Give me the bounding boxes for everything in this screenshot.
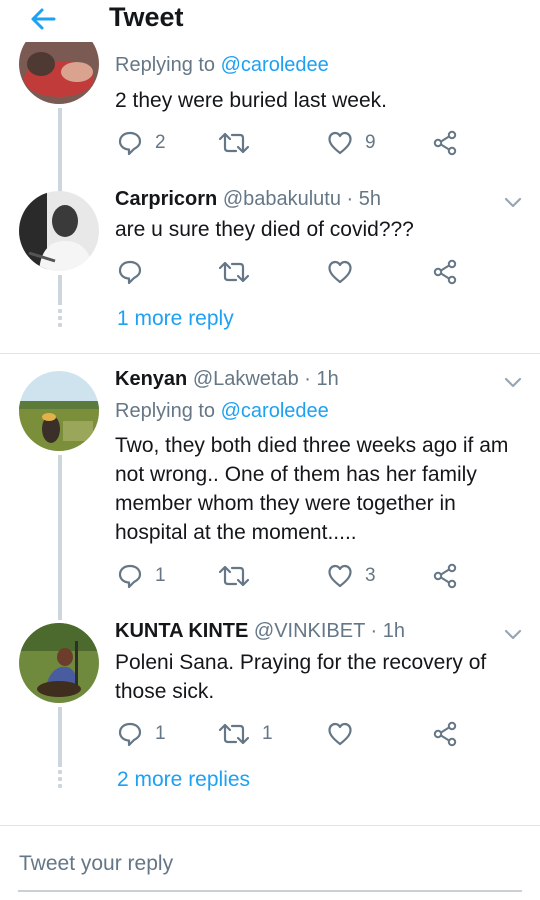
reply-input-underline [18, 890, 522, 892]
tweet-header: Kenyan @Lakwetab · 1h [115, 368, 339, 391]
profile-photo-icon [19, 623, 99, 703]
replying-label: Replying to [115, 54, 216, 76]
retweet-button[interactable] [218, 561, 262, 591]
retweet-button[interactable] [218, 128, 262, 158]
timestamp: · 1h [370, 620, 405, 642]
reply-icon [118, 722, 142, 747]
thread-line [58, 275, 62, 305]
reply-count: 2 [155, 132, 166, 153]
heart-icon [328, 131, 352, 155]
heart-icon [328, 722, 352, 746]
reply-count: 1 [155, 565, 166, 586]
replying-label: Replying to [115, 400, 216, 422]
retweet-button[interactable] [218, 257, 262, 287]
tweet-header: KUNTA KINTE @VINKIBET · 1h [115, 620, 405, 643]
page-title: Tweet [109, 2, 184, 32]
share-button[interactable] [432, 128, 458, 158]
avatar[interactable] [19, 191, 99, 271]
thread-line [58, 108, 62, 194]
reply-button[interactable]: 2 [117, 128, 166, 158]
share-button[interactable] [432, 719, 458, 749]
avatar[interactable] [19, 371, 99, 451]
reply-icon [118, 564, 142, 589]
share-button[interactable] [432, 561, 458, 591]
timestamp: · 5h [346, 188, 382, 210]
avatar[interactable] [19, 623, 99, 703]
retweet-icon [218, 261, 250, 283]
share-button[interactable] [432, 257, 458, 287]
profile-photo-icon [19, 191, 99, 271]
tweet-text: are u sure they died of covid??? [115, 218, 414, 241]
replying-handle-link[interactable]: @caroledee [221, 400, 329, 422]
replying-to: Replying to @caroledee [115, 54, 329, 77]
retweet-icon [218, 723, 250, 745]
display-name[interactable]: Kenyan [115, 368, 187, 390]
share-icon [433, 259, 457, 285]
retweet-icon [218, 565, 250, 587]
thread-dots [57, 309, 63, 330]
like-button[interactable] [327, 719, 365, 749]
retweet-count: 1 [262, 723, 273, 744]
reply-icon [118, 131, 142, 156]
reply-button[interactable]: 1 [117, 719, 166, 749]
display-name[interactable]: KUNTA KINTE [115, 620, 248, 642]
heart-icon [328, 564, 352, 588]
replying-to: Replying to @caroledee [115, 400, 329, 423]
user-handle[interactable]: @VINKIBET [254, 620, 365, 642]
share-icon [433, 563, 457, 589]
user-handle[interactable]: @babakulutu [223, 188, 341, 210]
more-replies-link[interactable]: 1 more reply [117, 307, 234, 331]
chevron-down-icon[interactable] [503, 196, 523, 210]
reply-input[interactable]: Tweet your reply [19, 852, 173, 876]
like-count: 9 [365, 132, 376, 153]
reply-button[interactable] [117, 257, 155, 287]
display-name[interactable]: Carpricorn [115, 188, 217, 210]
reply-count: 1 [155, 723, 166, 744]
timestamp: · 1h [304, 368, 339, 390]
thread-dots [57, 770, 63, 791]
avatar[interactable] [19, 42, 99, 104]
share-icon [433, 130, 457, 156]
reply-composer: Tweet your reply [0, 825, 540, 900]
profile-photo-icon [19, 371, 99, 451]
reply-thread: Replying to @caroledee 2 they were burie… [0, 42, 540, 832]
tweet-text: Two, they both died three weeks ago if a… [115, 434, 509, 544]
profile-photo-icon [19, 42, 99, 104]
tweet-header: Carpricorn @babakulutu · 5h [115, 188, 381, 211]
like-count: 3 [365, 565, 376, 586]
arrow-left-icon[interactable] [28, 4, 58, 34]
retweet-icon [218, 132, 250, 154]
thread-line [58, 707, 62, 767]
top-app-bar: Tweet [0, 0, 540, 42]
retweet-button[interactable]: 1 [218, 719, 273, 749]
replying-handle-link[interactable]: @caroledee [221, 54, 329, 76]
tweet-text: Poleni Sana. Praying for the recovery of… [115, 651, 487, 703]
divider [0, 353, 540, 354]
reply-button[interactable]: 1 [117, 561, 166, 591]
like-button[interactable] [327, 257, 365, 287]
thread-line [58, 455, 62, 620]
reply-icon [118, 260, 142, 285]
like-button[interactable]: 3 [327, 561, 376, 591]
like-button[interactable]: 9 [327, 128, 376, 158]
tweet-text: 2 they were buried last week. [115, 89, 387, 112]
user-handle[interactable]: @Lakwetab [193, 368, 299, 390]
share-icon [433, 721, 457, 747]
more-replies-link[interactable]: 2 more replies [117, 768, 250, 792]
chevron-down-icon[interactable] [503, 376, 523, 390]
chevron-down-icon[interactable] [503, 628, 523, 642]
heart-icon [328, 260, 352, 284]
